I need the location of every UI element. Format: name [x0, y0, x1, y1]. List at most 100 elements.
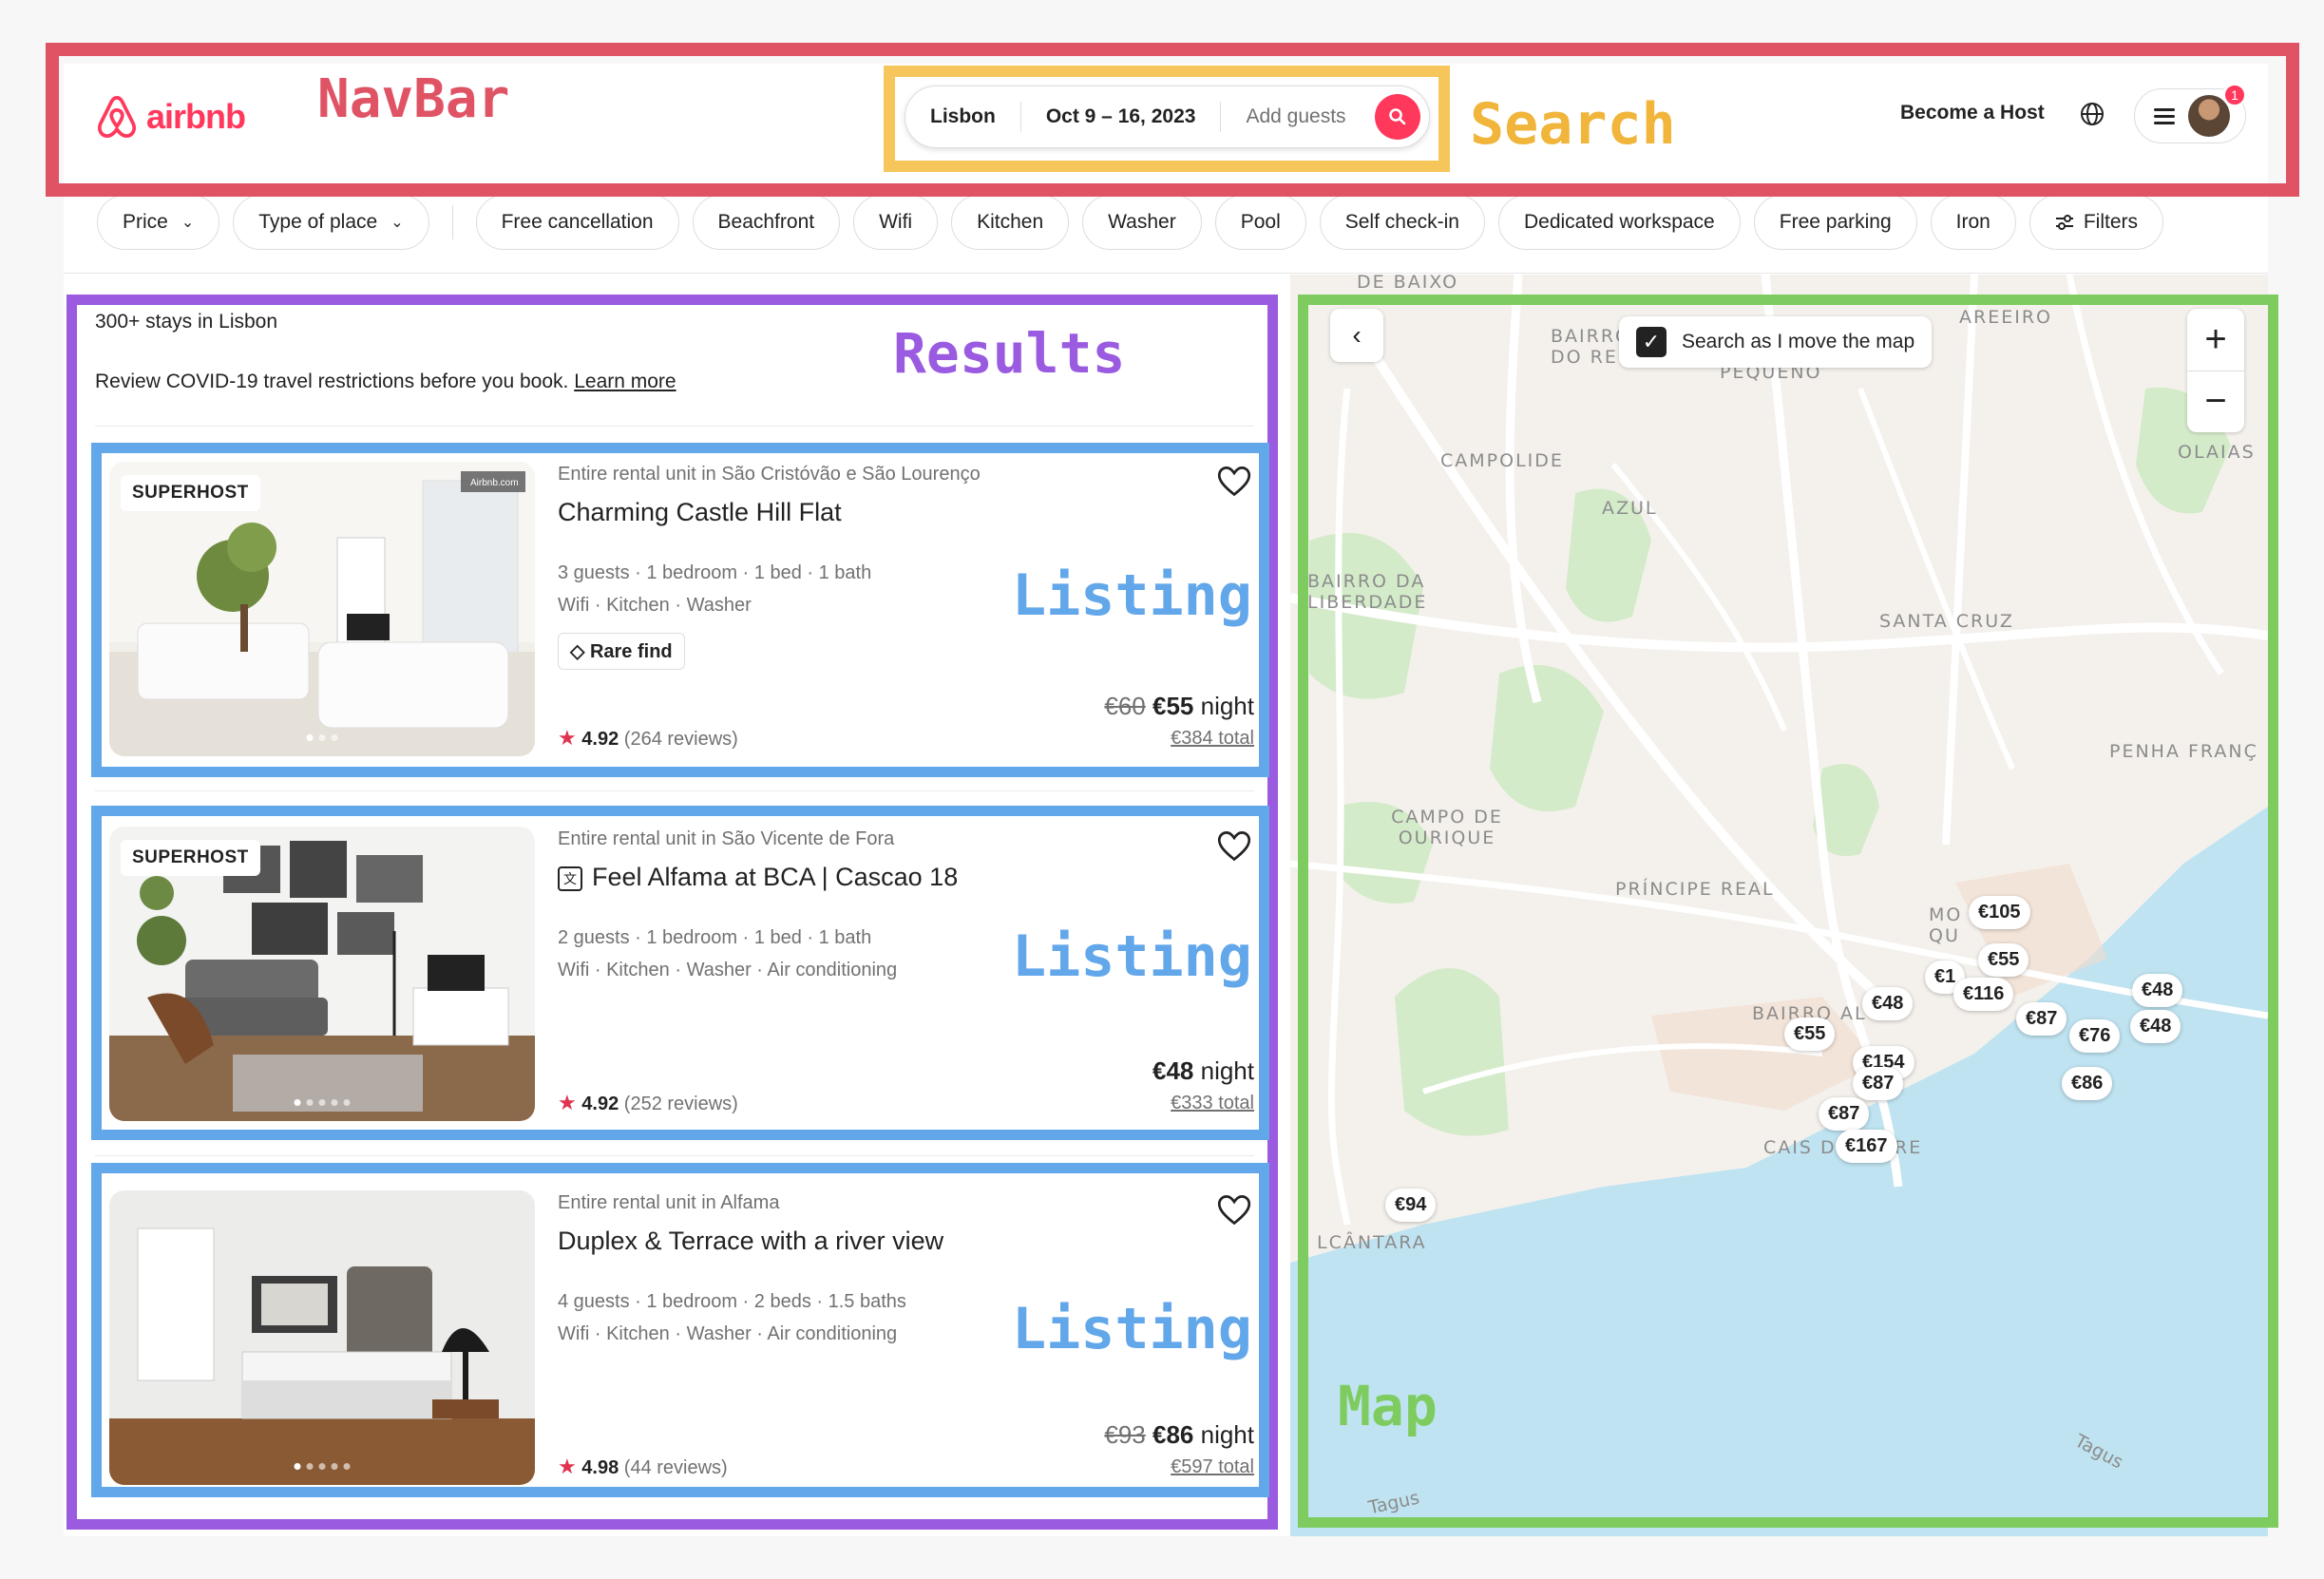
filter-bar: Price ⌄ Type of place ⌄ Free cancellation … [97, 195, 2163, 250]
listing-price: €48 night [1152, 1056, 1254, 1086]
listing-total[interactable]: €384 total [1171, 728, 1254, 750]
listing-price: €93 €86 night [1104, 1420, 1254, 1450]
filter-chip[interactable]: Free parking [1753, 195, 1917, 250]
photo-carousel-dots[interactable] [294, 1463, 351, 1470]
filter-label: Type of place [258, 211, 378, 233]
filter-chip[interactable]: Iron [1930, 195, 2016, 250]
filters-button[interactable]: Filters [2029, 195, 2163, 250]
map-area-label: DE BAIXO [1357, 275, 1459, 293]
listing-title[interactable]: Duplex & Terrace with a river view [558, 1227, 943, 1256]
map-price-pin[interactable]: €55 [1784, 1018, 1836, 1051]
map-area-label: MO QU [1929, 904, 1963, 946]
star-icon: ★ [558, 1091, 577, 1114]
become-host-link[interactable]: Become a Host [1900, 102, 2045, 124]
map-price-pin[interactable]: €116 [1953, 978, 2014, 1011]
search-bar[interactable]: Lisbon Oct 9 – 16, 2023 Add guests [905, 86, 1430, 148]
map-price-pin[interactable]: €48 [2132, 974, 2183, 1007]
search-location[interactable]: Lisbon [905, 105, 1020, 128]
map-price-pin[interactable]: €167 [1836, 1130, 1897, 1163]
listing-title[interactable]: Charming Castle Hill Flat [558, 498, 842, 527]
photo-carousel-dots[interactable] [294, 1099, 351, 1106]
heart-icon[interactable] [1217, 830, 1251, 863]
listing-total[interactable]: €333 total [1171, 1093, 1254, 1114]
listing-rating: ★ 4.92 (252 reviews) [558, 1091, 738, 1115]
listing-amenities: Wifi · Kitchen · Washer · Air conditioni… [558, 960, 898, 980]
map-area-label: OLAIAS [2178, 442, 2256, 463]
filter-chip[interactable]: Dedicated workspace [1497, 195, 1741, 250]
listing-annotation-label: Listing [1012, 1296, 1252, 1362]
original-price: €60 [1104, 692, 1146, 720]
results-annotation-label: Results [893, 321, 1126, 386]
learn-more-link[interactable]: Learn more [574, 371, 676, 392]
airbnb-logo[interactable]: airbnb [95, 93, 246, 141]
map-price-pin[interactable]: €48 [1862, 987, 1914, 1020]
price-unit: night [1200, 1420, 1254, 1449]
filter-chip[interactable]: Self check-in [1319, 195, 1485, 250]
filter-chip[interactable]: Pool [1214, 195, 1306, 250]
zoom-in-button[interactable]: + [2187, 309, 2244, 371]
photo-carousel-dots[interactable] [306, 734, 338, 741]
search-dates[interactable]: Oct 9 – 16, 2023 [1021, 105, 1221, 128]
map-price-pin[interactable]: €105 [1969, 896, 2030, 929]
rating-value: 4.92 [581, 729, 619, 750]
listing-specs: 4 guests · 1 bedroom · 2 beds · 1.5 bath… [558, 1291, 906, 1312]
filter-chip[interactable]: Washer [1082, 195, 1202, 250]
zoom-out-button[interactable]: − [2187, 371, 2244, 433]
map-panel[interactable]: DE BAIXO AREEIRO BAIRRO DO REGO PEQUENO … [1290, 275, 2268, 1536]
avatar [2188, 95, 2230, 137]
filter-chip[interactable]: Beachfront [692, 195, 841, 250]
listing-rating: ★ 4.98 (44 reviews) [558, 1455, 728, 1479]
listing-photo[interactable]: SUPERHOST [109, 827, 535, 1121]
watermark-text: Airbnb.com [470, 478, 519, 488]
covid-notice: Review COVID-19 travel restrictions befo… [95, 371, 676, 393]
listing-title: Feel Alfama at BCA | Cascao 18 [592, 863, 959, 891]
listing-photo[interactable] [109, 1190, 535, 1485]
heart-icon[interactable] [1217, 466, 1251, 498]
map-area-label: PRÍNCIPE REAL [1615, 879, 1775, 900]
map-price-pin[interactable]: €48 [2130, 1010, 2181, 1043]
collapse-map-button[interactable]: ‹ [1330, 309, 1383, 362]
listing-specs: 2 guests · 1 bedroom · 1 bed · 1 bath [558, 927, 872, 948]
zoom-controls: + − [2187, 309, 2244, 432]
map-area-label: AZUL [1602, 498, 1658, 519]
listing-rating: ★ 4.92 (264 reviews) [558, 726, 738, 751]
navbar-annotation-label: NavBar [317, 68, 510, 130]
map-area-label: AREEIRO [1959, 307, 2052, 328]
filter-chip[interactable]: Kitchen [951, 195, 1070, 250]
map-price-pin[interactable]: €86 [2062, 1067, 2113, 1100]
map-price-pin[interactable]: €55 [1978, 943, 2029, 977]
filter-type-dropdown[interactable]: Type of place ⌄ [233, 195, 429, 250]
heart-icon[interactable] [1217, 1194, 1251, 1227]
divider [95, 1155, 1254, 1156]
current-price: €55 [1152, 692, 1194, 720]
map-price-pin[interactable]: €87 [2016, 1002, 2067, 1036]
map-price-pin[interactable]: €87 [1819, 1097, 1870, 1131]
filter-chip[interactable]: Free cancellation [475, 195, 679, 250]
search-as-move-toggle[interactable]: ✓ Search as I move the map [1619, 316, 1933, 368]
search-button[interactable] [1375, 94, 1420, 140]
star-icon: ★ [558, 1455, 577, 1478]
globe-icon[interactable] [2079, 101, 2105, 127]
search-guests[interactable]: Add guests [1221, 105, 1370, 128]
listing-amenities: Wifi · Kitchen · Washer [558, 595, 752, 616]
translate-icon: 文 [558, 866, 582, 891]
listing-amenities: Wifi · Kitchen · Washer · Air conditioni… [558, 1323, 898, 1344]
listing-type: Entire rental unit in São Vicente de For… [558, 828, 895, 849]
map-area-label: LCÂNTARA [1317, 1232, 1427, 1253]
map-price-pin[interactable]: €94 [1385, 1189, 1437, 1222]
filter-price-dropdown[interactable]: Price ⌄ [97, 195, 220, 250]
notification-badge: 1 [2223, 84, 2246, 106]
map-price-pin[interactable]: €87 [1853, 1067, 1904, 1100]
listing-total[interactable]: €597 total [1171, 1456, 1254, 1478]
listing-title-row[interactable]: 文 Feel Alfama at BCA | Cascao 18 [558, 863, 958, 892]
chevron-down-icon: ⌄ [391, 215, 404, 231]
listing-photo[interactable]: Airbnb.com SUPERHOST [109, 462, 535, 756]
rating-value: 4.92 [581, 1094, 619, 1114]
map-area-label: CAMPO DE OURIQUE [1391, 807, 1503, 848]
current-price: €86 [1152, 1420, 1194, 1449]
map-price-pin[interactable]: €76 [2069, 1019, 2121, 1053]
rare-find-label: Rare find [589, 641, 673, 662]
price-unit: night [1200, 692, 1254, 720]
filter-chip[interactable]: Wifi [853, 195, 939, 250]
map-area-label: CAMPOLIDE [1440, 450, 1564, 471]
